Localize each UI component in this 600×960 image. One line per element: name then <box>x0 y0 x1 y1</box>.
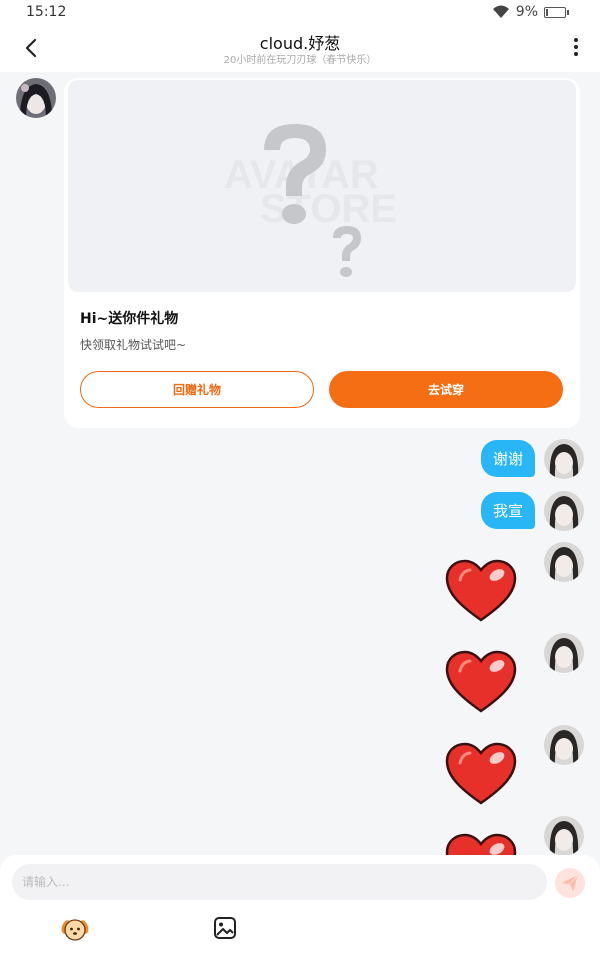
avatar-image <box>544 633 584 673</box>
return-gift-button[interactable]: 回赠礼物 <box>80 371 314 408</box>
my-avatar[interactable] <box>544 542 584 582</box>
dog-emoji-icon <box>61 919 89 941</box>
heart-sticker[interactable] <box>444 558 518 624</box>
gift-image-placeholder: AVATAR STORE <box>68 80 576 292</box>
my-avatar[interactable] <box>544 633 584 673</box>
avatar-image <box>544 491 584 531</box>
heart-sticker[interactable] <box>444 649 518 715</box>
svg-text:STORE: STORE <box>260 187 397 231</box>
my-avatar[interactable] <box>544 439 584 479</box>
emoji-button[interactable] <box>61 915 89 943</box>
more-button[interactable] <box>566 36 586 60</box>
status-indicators: 9% <box>492 4 538 20</box>
heart-icon <box>445 650 517 713</box>
heart-icon <box>445 742 517 805</box>
my-avatar[interactable] <box>544 816 584 856</box>
avatar-image <box>16 78 56 118</box>
heart-icon <box>445 559 517 622</box>
send-icon <box>562 874 579 891</box>
avatar-image <box>544 816 584 856</box>
gift-card: AVATAR STORE Hi~送你件礼物 快领取礼物试试吧~ 回赠礼物 去试穿 <box>64 78 580 428</box>
more-vertical-icon <box>566 38 586 56</box>
gift-card-desc: 快领取礼物试试吧~ <box>80 338 187 352</box>
my-avatar[interactable] <box>544 725 584 765</box>
image-icon <box>214 917 236 939</box>
sender-avatar[interactable] <box>16 78 56 118</box>
try-on-button[interactable]: 去试穿 <box>329 371 563 408</box>
battery-icon <box>544 7 569 18</box>
my-avatar[interactable] <box>544 491 584 531</box>
send-button[interactable] <box>555 868 585 898</box>
message-bubble[interactable]: 我宣 <box>480 492 535 529</box>
avatar-image <box>544 542 584 582</box>
message-bubble[interactable]: 谢谢 <box>480 440 535 477</box>
status-bar: 15:12 9% <box>0 0 600 24</box>
battery-percent: 9% <box>515 4 538 20</box>
avatar-image <box>544 439 584 479</box>
avatar-image <box>544 725 584 765</box>
gift-card-title: Hi~送你件礼物 <box>80 311 179 327</box>
heart-sticker[interactable] <box>444 741 518 807</box>
status-time: 15:12 <box>26 4 67 20</box>
message-input[interactable] <box>12 864 547 900</box>
image-button[interactable] <box>212 915 240 943</box>
chat-header: cloud.妤葱 20小时前在玩刀刃球（春节快乐） <box>0 24 600 72</box>
chat-subtitle: 20小时前在玩刀刃球（春节快乐） <box>223 55 377 66</box>
input-bar <box>0 855 600 960</box>
wifi-icon <box>492 5 509 18</box>
battery-fill <box>546 9 548 16</box>
